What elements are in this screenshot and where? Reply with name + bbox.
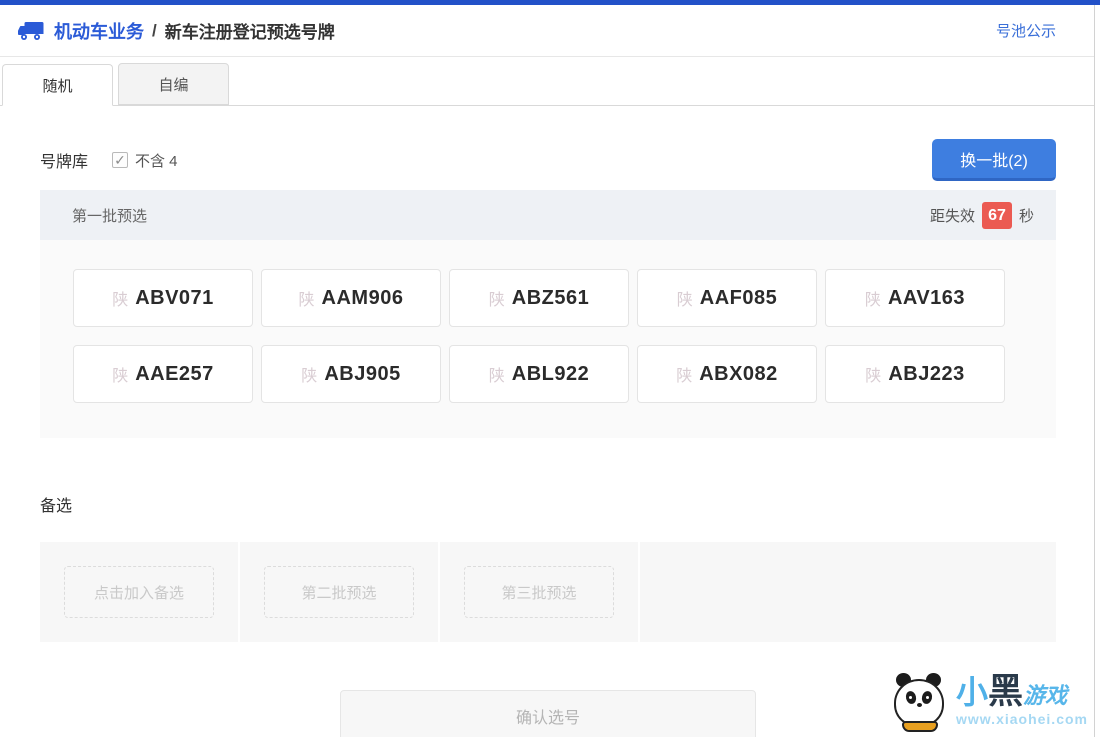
- alternative-cell-2: 第二批预选: [240, 542, 440, 642]
- plate-option[interactable]: 陕 ABX082: [637, 345, 817, 403]
- province-character: 陕: [865, 368, 882, 385]
- alternatives-bar: 点击加入备选 第二批预选 第三批预选: [40, 542, 1056, 642]
- province-character: 陕: [488, 368, 505, 385]
- province-character: 陕: [298, 292, 315, 309]
- tab-self-edit[interactable]: 自编: [118, 63, 229, 105]
- watermark-text: 小黑游戏 www.xiaohei.com: [956, 674, 1088, 726]
- alternatives-empty-area: [640, 542, 1056, 642]
- plate-option[interactable]: 陕 AAE257: [73, 345, 253, 403]
- batch-title: 第一批预选: [72, 207, 148, 225]
- expiry-prefix: 距失效: [929, 207, 975, 225]
- plate-number: ABL922: [511, 362, 590, 385]
- batch-2-placeholder: 第二批预选: [264, 566, 414, 618]
- watermark-name-1: 小: [956, 674, 989, 710]
- exclude-4-checkbox[interactable]: ✓ 不含 4: [112, 150, 178, 171]
- number-pool-link[interactable]: 号池公示: [996, 20, 1056, 41]
- alternatives-title: 备选: [40, 498, 73, 515]
- expiry-seconds-badge: 67: [981, 201, 1012, 229]
- batch-3-placeholder: 第三批预选: [464, 566, 614, 618]
- plate-number: ABJ905: [324, 362, 401, 385]
- province-character: 陕: [301, 368, 318, 385]
- tab-bar: 随机 自编: [0, 63, 1094, 106]
- plate-option[interactable]: 陕 AAM906: [261, 269, 441, 327]
- plate-number: AAM906: [321, 286, 404, 309]
- plate-number: ABX082: [699, 362, 778, 385]
- plate-number: ABV071: [135, 286, 214, 309]
- plate-option[interactable]: 陕 ABJ905: [261, 345, 441, 403]
- plate-library-label: 号牌库: [40, 154, 89, 171]
- watermark-name-2: 黑: [988, 672, 1024, 711]
- province-character: 陕: [112, 368, 129, 385]
- page-title: 新车注册登记预选号牌: [164, 23, 335, 42]
- plate-number: ABJ223: [888, 362, 965, 385]
- plate-number: AAE257: [135, 362, 214, 385]
- alternative-cell-1: 点击加入备选: [40, 542, 240, 642]
- province-character: 陕: [488, 292, 505, 309]
- plate-grid: 陕 ABV071 陕 AAM906 陕 ABZ561 陕 AAF085 陕 AA…: [40, 240, 1056, 438]
- plate-option[interactable]: 陕 ABJ223: [825, 345, 1005, 403]
- main-content: 号牌库 ✓ 不含 4 换一批(2) 第一批预选 距失效 67 秒 陕 ABV07…: [0, 139, 1094, 737]
- alternative-cell-3: 第三批预选: [440, 542, 640, 642]
- province-character: 陕: [112, 292, 129, 309]
- expiry-countdown: 距失效 67 秒: [929, 201, 1034, 229]
- plate-number: AAV163: [887, 286, 966, 309]
- refresh-batch-button[interactable]: 换一批(2): [932, 139, 1056, 181]
- plate-library-row: 号牌库 ✓ 不含 4 换一批(2): [40, 139, 1056, 181]
- watermark-site-name: 小黑游戏: [956, 674, 1088, 709]
- plate-row-2: 陕 AAE257 陕 ABJ905 陕 ABL922 陕 ABX082 陕 AB…: [73, 345, 1026, 403]
- plate-option[interactable]: 陕 ABZ561: [449, 269, 629, 327]
- add-to-alternatives-slot[interactable]: 点击加入备选: [64, 566, 214, 618]
- truck-icon: [18, 21, 44, 40]
- brand-title: 机动车业务: [54, 21, 144, 42]
- plate-row-1: 陕 ABV071 陕 AAM906 陕 ABZ561 陕 AAF085 陕 AA…: [73, 269, 1026, 327]
- panda-mascot-icon: [890, 665, 952, 735]
- province-character: 陕: [864, 292, 881, 309]
- plate-number: ABZ561: [511, 286, 590, 309]
- site-watermark: 小黑游戏 www.xiaohei.com: [890, 665, 1088, 735]
- watermark-url: www.xiaohei.com: [956, 711, 1088, 727]
- plate-option[interactable]: 陕 ABL922: [449, 345, 629, 403]
- plate-option[interactable]: 陕 AAV163: [825, 269, 1005, 327]
- watermark-name-3: 游戏: [1023, 683, 1068, 708]
- header: 机动车业务 / 新车注册登记预选号牌 号池公示: [0, 5, 1094, 57]
- batch-header-bar: 第一批预选 距失效 67 秒: [40, 190, 1056, 240]
- plate-option[interactable]: 陕 ABV071: [73, 269, 253, 327]
- plate-number: AAF085: [699, 286, 778, 309]
- exclude-4-label: 不含 4: [135, 152, 178, 170]
- expiry-suffix: 秒: [1018, 207, 1034, 225]
- province-character: 陕: [676, 292, 693, 309]
- confirm-selection-button[interactable]: 确认选号: [340, 690, 756, 737]
- breadcrumb-separator: /: [152, 20, 157, 40]
- page-container: 机动车业务 / 新车注册登记预选号牌 号池公示 随机 自编 号牌库 ✓ 不含 4…: [0, 5, 1095, 737]
- plate-option[interactable]: 陕 AAF085: [637, 269, 817, 327]
- province-character: 陕: [676, 368, 693, 385]
- tab-random[interactable]: 随机: [2, 64, 113, 106]
- checkbox-check-icon: ✓: [112, 152, 129, 168]
